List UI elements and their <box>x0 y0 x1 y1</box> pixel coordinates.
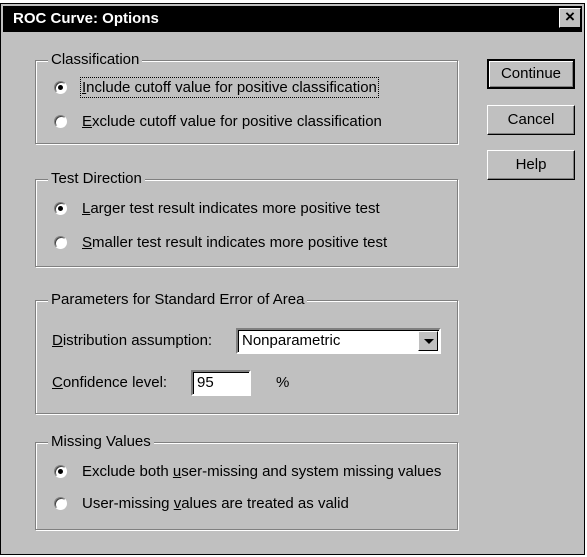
close-button[interactable]: × <box>559 7 581 28</box>
missing-values-group: Missing Values Exclude both user-missing… <box>35 433 458 530</box>
radio-label[interactable]: Exclude cutoff value for positive classi… <box>82 113 382 130</box>
percent-sign: % <box>276 374 290 391</box>
classification-legend: Classification <box>48 51 143 68</box>
test-direction-legend: Test Direction <box>48 170 145 187</box>
radio-button[interactable] <box>54 81 67 94</box>
radio-button[interactable] <box>54 115 67 128</box>
classification-group: Classification Include cutoff value for … <box>35 51 458 144</box>
chevron-down-icon <box>424 339 434 344</box>
radio-selected-dot <box>58 206 63 211</box>
radio-label[interactable]: Larger test result indicates more positi… <box>82 200 380 217</box>
dropdown-button[interactable] <box>418 331 438 351</box>
radio-label[interactable]: User-missing values are treated as valid <box>82 495 349 512</box>
cancel-button[interactable]: Cancel <box>487 105 575 135</box>
continue-button[interactable]: Continue <box>487 59 575 89</box>
radio-button[interactable] <box>54 497 67 510</box>
radio-button[interactable] <box>54 202 67 215</box>
distribution-value: Nonparametric <box>242 332 341 349</box>
distribution-label: Distribution assumption: <box>52 332 213 349</box>
window-title: ROC Curve: Options <box>13 10 159 27</box>
distribution-select[interactable]: Nonparametric <box>236 328 441 354</box>
radio-selected-dot <box>58 469 63 474</box>
std-error-group: Parameters for Standard Error of Area <box>35 291 458 414</box>
radio-button[interactable] <box>54 465 67 478</box>
confidence-label: Confidence level: <box>52 374 168 391</box>
radio-selected-dot <box>58 85 63 90</box>
std-error-legend: Parameters for Standard Error of Area <box>48 291 308 308</box>
radio-button[interactable] <box>54 236 67 249</box>
close-icon: × <box>565 7 575 26</box>
radio-label[interactable]: Exclude both user-missing and system mis… <box>82 463 441 480</box>
missing-values-legend: Missing Values <box>48 433 154 450</box>
confidence-input[interactable]: 95 <box>191 370 251 396</box>
confidence-value: 95 <box>197 374 214 391</box>
radio-label[interactable]: Include cutoff value for positive classi… <box>80 77 379 98</box>
roc-options-dialog: ROC Curve: Options × Classification Incl… <box>0 3 585 555</box>
help-button[interactable]: Help <box>487 150 575 180</box>
test-direction-group: Test Direction Larger test result indica… <box>35 170 458 267</box>
radio-label[interactable]: Smaller test result indicates more posit… <box>82 234 387 251</box>
title-bar[interactable]: ROC Curve: Options × <box>3 6 582 32</box>
